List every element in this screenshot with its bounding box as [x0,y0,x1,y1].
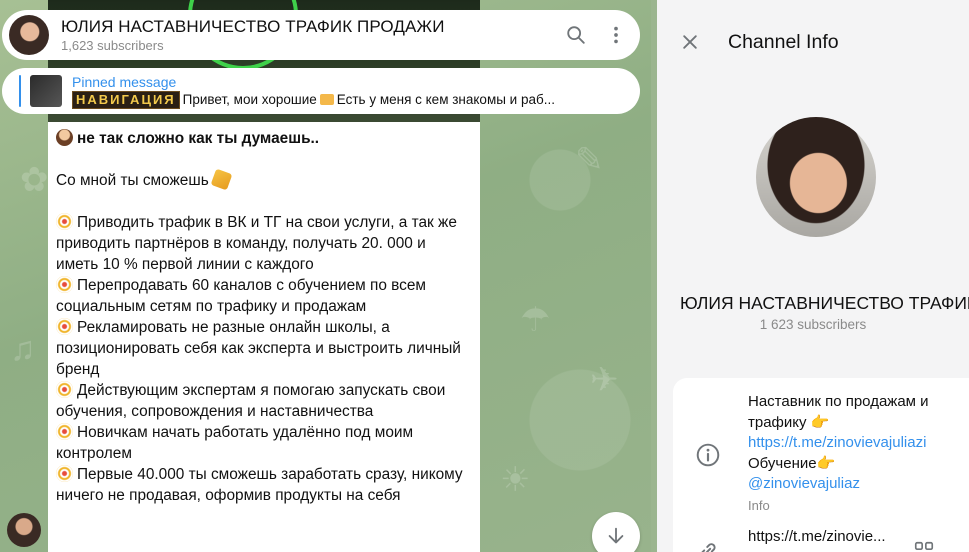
message-line: Со мной ты сможешь [56,168,470,191]
info-card: Наставник по продажам и трафику 👉 https:… [673,378,969,552]
list-item-text: Приводить трафик в ВК и ТГ на свои услуг… [56,214,457,273]
panel-title: Channel Info [728,30,839,53]
message-line-text: Со мной ты сможешь [56,172,209,189]
panel-subscriber-count: 1 623 subscribers [759,317,867,332]
more-button[interactable] [596,15,636,55]
more-vertical-icon [614,26,618,44]
link-icon [701,543,716,552]
list-item-text: Рекламировать не разные онлайн школы, а … [56,319,461,378]
list-item-text: Новичкам начать работать удалённо под мо… [56,424,414,462]
pinned-message[interactable]: Pinned message НАВИГАЦИЯ Привет, мои хоро… [2,68,640,114]
pinned-title: Pinned message [72,73,177,90]
info-icon [696,443,720,467]
channel-name: ЮЛИЯ НАСТАВНИЧЕСТВО ТРАФИК ПРОДАЖИ [680,293,969,313]
target-emoji-icon [56,423,73,440]
search-button[interactable] [556,15,596,55]
target-emoji-icon [56,381,73,398]
close-button[interactable] [670,22,710,62]
description-text: Наставник по продажам и трафику [748,393,929,431]
sender-avatar[interactable] [7,513,41,547]
envelope-emoji-icon [319,93,334,105]
chat-header[interactable]: ЮЛИЯ НАСТАВНИЧЕСТВО ТРАФИК ПРОДАЖИ 1,623… [2,10,640,60]
search-icon [567,26,585,44]
description-link[interactable]: @zinovievajuliaz [748,475,860,492]
target-emoji-icon [56,213,73,230]
list-item: Перепродавать 60 каналов с обучением по … [56,275,470,317]
description-text: Обучение [748,454,817,472]
target-emoji-icon [56,465,73,482]
pinned-text: Pinned message НАВИГАЦИЯ Привет, мои хоро… [72,74,634,109]
list-item: Приводить трафик в ВК и ТГ на свои услуг… [56,212,470,275]
message-bubble: не так сложно как ты думаешь.. Со мной т… [48,122,480,552]
list-item: Рекламировать не разные онлайн школы, а … [56,317,470,380]
list-item: Новичкам начать работать удалённо под мо… [56,422,470,464]
target-emoji-icon [56,276,73,293]
invite-link[interactable]: https://t.me/zinovie... [748,528,886,545]
qr-code-icon[interactable] [913,540,935,552]
list-item: Первые 40.000 ты сможешь заработать сраз… [56,464,470,506]
channel-title: ЮЛИЯ НАСТАВНИЧЕСТВО ТРАФИК ПРОДАЖИ [61,17,445,36]
description-link[interactable]: https://t.me/zinovievajuliazi [748,434,926,451]
pinned-preview-text: Привет, мои хорошие [182,91,317,107]
doodle-icon: ✎ [575,141,604,179]
info-label: Info [748,497,770,513]
list-item-text: Первые 40.000 ты сможешь заработать сраз… [56,466,463,504]
doodle-icon: ☀ [500,461,531,499]
woman-emoji-icon [56,129,73,146]
subscriber-count: 1,623 subscribers [61,38,164,53]
message-line-text: не так сложно как ты думаешь.. [77,130,320,147]
pinned-indicator [19,75,21,107]
channel-info-panel: Channel Info ЮЛИЯ НАСТАВНИЧЕСТВО ТРАФИК … [657,0,969,552]
panel-header: Channel Info [657,0,969,84]
pointing-emoji-icon: 👉 [816,454,836,472]
doodle-icon: ✈ [590,361,619,399]
arrow-down-icon [608,527,624,544]
list-item-text: Действующим экспертам я помогаю запускат… [56,382,446,420]
message-line: не так сложно как ты думаешь.. [56,128,470,149]
target-emoji-icon [56,318,73,335]
doodle-icon: ♫ [10,330,36,368]
channel-avatar-large[interactable] [756,117,876,237]
pinned-preview: НАВИГАЦИЯ Привет, мои хорошие Есть у меня … [72,90,634,109]
header-text[interactable]: ЮЛИЯ НАСТАВНИЧЕСТВО ТРАФИК ПРОДАЖИ 1,623… [61,17,556,53]
scroll-down-button[interactable] [592,512,640,552]
megaphone-emoji-icon [210,168,233,191]
pinned-thumbnail [30,75,62,107]
channel-description[interactable]: Наставник по продажам и трафику 👉 https:… [748,392,963,516]
pinned-preview-text: Есть у меня с кем знакомы и раб... [336,91,555,107]
doodle-icon: ✿ [20,161,49,199]
close-icon [683,35,697,49]
list-item-text: Перепродавать 60 каналов с обучением по … [56,277,427,315]
pointing-emoji-icon: 👉 [810,413,830,431]
list-item: Действующим экспертам я помогаю запускат… [56,380,470,422]
navigation-badge: НАВИГАЦИЯ [72,90,180,109]
channel-avatar[interactable] [9,15,49,55]
doodle-icon: ☂ [520,301,551,339]
